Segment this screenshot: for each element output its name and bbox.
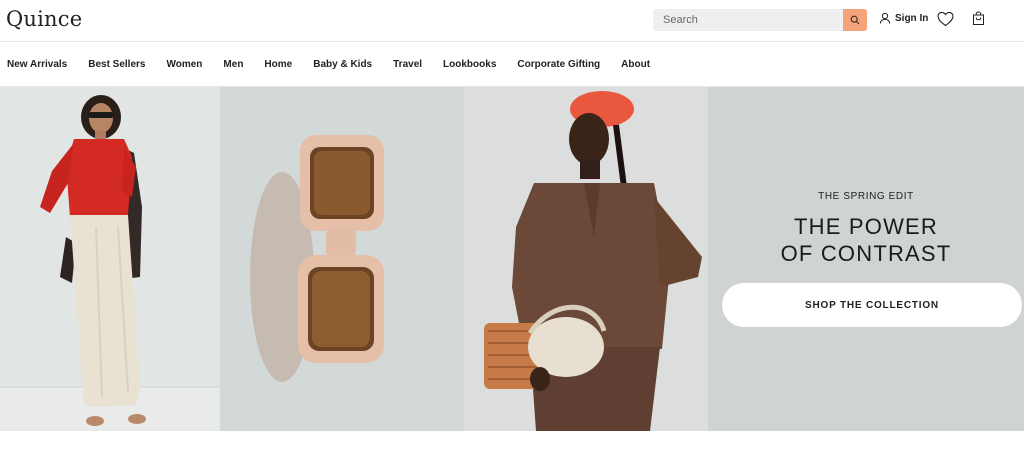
hero-image-brown-silk[interactable] — [464, 87, 708, 431]
promo-title-line-1: THE POWER — [793, 214, 939, 239]
search-bar — [653, 9, 867, 31]
nav-lookbooks[interactable]: Lookbooks — [443, 59, 496, 70]
nav-men[interactable]: Men — [223, 59, 243, 70]
main-nav: New Arrivals Best Sellers Women Men Home… — [0, 43, 1024, 87]
hero-image-red-sweater[interactable] — [0, 87, 220, 431]
cart-button[interactable] — [972, 11, 985, 31]
wishlist-button[interactable] — [937, 11, 954, 32]
nav-new-arrivals[interactable]: New Arrivals — [7, 59, 67, 70]
nav-home[interactable]: Home — [264, 59, 292, 70]
hero-banner: THE SPRING EDIT THE POWER OF CONTRAST SH… — [0, 87, 1024, 431]
user-icon — [879, 12, 891, 24]
page-below-fold — [0, 431, 1024, 455]
nav-travel[interactable]: Travel — [393, 59, 422, 70]
heart-icon — [937, 11, 954, 27]
sign-in-link[interactable]: Sign In — [879, 12, 928, 24]
promo-title-line-2: OF CONTRAST — [780, 241, 952, 266]
search-icon — [850, 15, 860, 25]
promo-eyebrow: THE SPRING EDIT — [818, 191, 914, 202]
model-brown-silk-illustration — [464, 87, 708, 431]
hero-image-sunglasses[interactable] — [220, 87, 464, 431]
hero-promo-panel: THE SPRING EDIT THE POWER OF CONTRAST SH… — [708, 87, 1024, 431]
nav-baby-kids[interactable]: Baby & Kids — [313, 59, 372, 70]
logo[interactable]: Quince — [6, 7, 82, 31]
site-header: Quince Sign In — [0, 0, 1024, 42]
nav-best-sellers[interactable]: Best Sellers — [88, 59, 145, 70]
nav-women[interactable]: Women — [166, 59, 202, 70]
shop-collection-button[interactable]: SHOP THE COLLECTION — [722, 283, 1022, 327]
search-button[interactable] — [843, 9, 867, 31]
nav-about[interactable]: About — [621, 59, 650, 70]
sunglasses-illustration — [220, 87, 464, 431]
promo-title: THE POWER OF CONTRAST — [708, 213, 1024, 267]
sign-in-label: Sign In — [895, 12, 929, 24]
bag-icon — [973, 11, 984, 25]
nav-corporate-gifting[interactable]: Corporate Gifting — [517, 59, 600, 70]
model-red-sweater-illustration — [0, 87, 220, 431]
search-input[interactable] — [653, 9, 843, 31]
